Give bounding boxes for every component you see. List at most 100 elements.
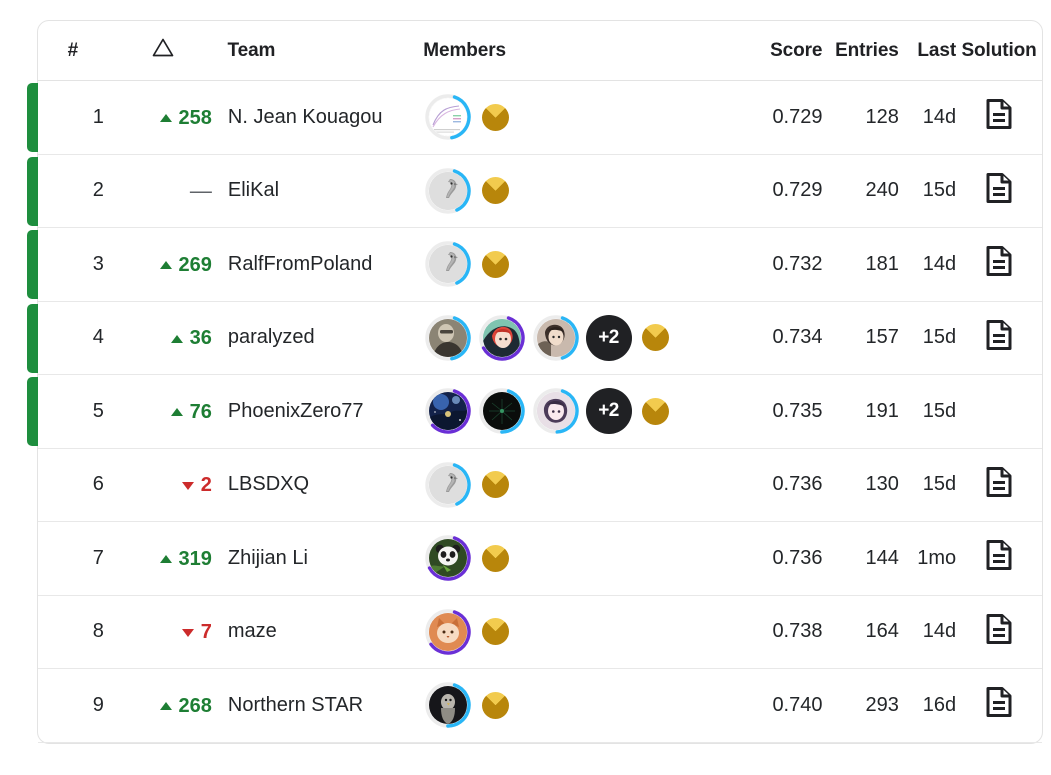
member-avatar[interactable] [478,314,526,362]
last-submission-time: 14d [922,252,957,275]
avatar-image [428,318,467,357]
last-submission-time: 16d [922,693,957,716]
promotion-indicator-bar [27,83,38,152]
entries-count: 181 [865,252,899,275]
table-row[interactable]: 1 258 N. Jean Kouagou 0.729 128 14d [27,81,1042,155]
solution-document-icon[interactable] [986,319,1012,356]
team-name[interactable]: Northern STAR [218,694,424,717]
team-name[interactable]: N. Jean Kouagou [218,106,424,129]
column-header-score[interactable]: Score [744,40,822,62]
leaderboard-table: # Team Members Score Entries Last Soluti… [27,20,1043,744]
team-members-cell [424,534,745,582]
member-avatar[interactable] [532,387,580,435]
member-avatar[interactable] [424,608,472,656]
team-name[interactable]: LBSDXQ [218,473,424,496]
rank-delta-value: 36 [189,327,212,349]
rank-number: 5 [92,399,104,422]
score-value: 0.729 [772,179,823,202]
column-header-rank[interactable]: # [38,40,108,62]
rank-delta-value: 269 [178,253,212,276]
score-value: 0.734 [772,326,823,349]
team-members-cell [424,240,745,288]
team-name[interactable]: PhoenixZero77 [218,400,424,423]
avatar-image [482,318,521,357]
rank-number: 3 [92,252,104,275]
solution-document-icon[interactable] [986,540,1012,576]
gold-medal-icon [481,618,509,646]
column-header-delta[interactable] [108,38,218,63]
additional-members-badge[interactable]: +2 [585,388,632,435]
entries-count: 130 [865,473,899,496]
solution-cell [956,540,1042,576]
gold-medal-icon [481,250,509,278]
additional-members-badge[interactable]: +2 [585,314,632,361]
team-name[interactable]: maze [218,620,424,643]
triangle-outline-icon [152,38,174,57]
table-row[interactable]: 4 36 paralyzed +2 0.734 157 15d [27,302,1042,375]
last-submission-time: 15d [922,326,957,349]
solution-document-icon[interactable] [986,687,1012,723]
member-avatar[interactable] [424,387,472,435]
solution-document-icon[interactable] [986,246,1012,282]
rank-delta-cell: 2 [108,473,218,498]
team-name[interactable]: Zhijian Li [218,547,424,570]
member-avatar[interactable] [424,93,472,141]
rank-delta-cell: 258 [108,105,218,130]
rank-delta-up: 76 [170,401,212,424]
table-row[interactable]: 6 2 LBSDXQ 0.736 130 15d [38,449,1042,522]
member-avatar[interactable] [424,240,472,288]
member-avatar[interactable] [424,534,472,582]
gold-medal-icon [481,103,509,131]
avatar-image [428,171,467,210]
team-name[interactable]: RalfFromPoland [218,253,424,276]
column-header-last[interactable]: Last [899,40,956,62]
team-name[interactable]: EliKal [218,179,424,202]
team-name[interactable]: paralyzed [218,326,424,349]
avatar-image [536,392,575,431]
table-row[interactable]: 9 268 Northern STAR 0.740 293 16d [38,669,1042,743]
member-avatar[interactable] [424,461,472,509]
solution-document-icon[interactable] [986,172,1012,209]
triangle-up-icon [159,555,172,563]
rank-delta-up: 319 [159,548,212,571]
gold-medal-icon [641,397,669,425]
rank-number: 8 [92,620,104,643]
solution-cell [956,246,1042,282]
entries-count: 144 [865,546,899,569]
rank-delta-none: — [190,178,212,204]
triangle-up-icon [170,408,183,416]
solution-cell [956,613,1042,650]
solution-cell [956,99,1042,135]
rank-number: 4 [92,326,104,349]
member-avatar[interactable] [478,387,526,435]
member-avatar[interactable] [424,314,472,362]
avatar-image [482,392,521,431]
last-submission-time: 15d [922,179,957,202]
team-members-cell [424,93,745,141]
entries-count: 240 [865,179,899,202]
avatar-image [428,686,467,725]
member-avatar[interactable] [424,167,472,215]
solution-document-icon[interactable] [986,99,1012,135]
gold-medal-icon [481,544,509,572]
table-row[interactable]: 3 269 RalfFromPoland 0.732 181 14d [27,228,1042,302]
promotion-indicator-bar [27,230,38,299]
solution-document-icon[interactable] [986,613,1012,650]
member-avatar[interactable] [532,314,580,362]
rank-number: 9 [92,693,104,716]
avatar-image [428,98,467,137]
team-members-cell [424,461,745,509]
member-avatar[interactable] [424,681,472,729]
table-row[interactable]: 8 7 maze 0.738 164 14d [38,596,1042,669]
solution-document-icon[interactable] [986,466,1012,503]
team-members-cell: +2 [424,387,745,435]
team-members-cell: +2 [424,314,745,362]
score-value: 0.732 [772,252,823,275]
table-row[interactable]: 5 76 PhoenixZero77 +2 0.735 191 15d [27,375,1042,449]
last-submission-time: 15d [922,399,957,422]
column-header-entries[interactable]: Entries [822,40,899,62]
table-row[interactable]: 7 319 Zhijian Li 0.736 144 1mo [38,522,1042,596]
column-header-team[interactable]: Team [218,40,424,62]
triangle-up-icon [170,334,183,343]
table-row[interactable]: 2 — EliKal 0.729 240 15d [27,155,1042,228]
